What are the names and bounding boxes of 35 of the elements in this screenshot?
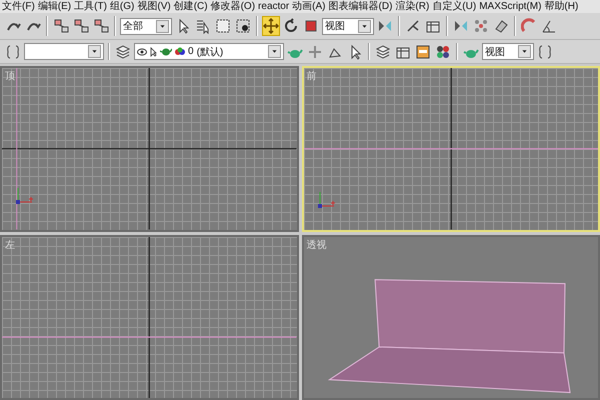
layer-name: (默认) — [196, 46, 224, 58]
caret-icon — [156, 20, 169, 32]
caret-icon — [358, 20, 371, 32]
dropdown[interactable]: 全部 — [120, 18, 172, 34]
menu-item[interactable]: reactor — [258, 0, 290, 12]
move-icon[interactable] — [262, 16, 280, 36]
viewport-label: 前 — [306, 70, 316, 83]
dropdown[interactable]: 视图 — [482, 43, 534, 60]
menu-item[interactable]: 帮助(H) — [544, 0, 578, 12]
menu-item[interactable]: 工具(T) — [74, 0, 107, 12]
menu-item[interactable]: 图表编辑器(D) — [328, 0, 392, 12]
menu-item[interactable]: 文件(F) — [2, 0, 35, 12]
menu-item[interactable]: 动画(A) — [292, 0, 326, 12]
caret-icon — [268, 45, 281, 58]
layer-dropdown[interactable]: 0 (默认) — [134, 43, 284, 60]
menu-item[interactable]: 创建(C) — [174, 0, 208, 12]
teapot-icon — [160, 47, 172, 56]
spheres-icon — [175, 47, 185, 56]
cursor-icon — [150, 46, 157, 56]
eye-icon — [137, 48, 147, 56]
menu-item[interactable]: 渲染(R) — [395, 0, 430, 12]
dropdown[interactable]: 视图 — [322, 18, 374, 34]
menu-item[interactable]: 修改器(O) — [210, 0, 256, 12]
layer-number: 0 — [188, 46, 194, 58]
viewport-label: 顶 — [5, 70, 15, 83]
dropdown[interactable] — [24, 43, 104, 60]
viewport-label: 透视 — [306, 238, 326, 252]
menu-item[interactable]: MAXScript(M) — [479, 0, 542, 12]
menu-item[interactable]: 组(G) — [110, 0, 134, 12]
menu-item[interactable]: 编辑(E) — [38, 0, 72, 12]
caret-icon — [518, 45, 531, 58]
viewport-label: 左 — [5, 238, 15, 252]
menu-item[interactable]: 视图(V) — [137, 0, 171, 12]
menu-item[interactable]: 自定义(U) — [432, 0, 476, 12]
caret-icon — [88, 45, 101, 58]
